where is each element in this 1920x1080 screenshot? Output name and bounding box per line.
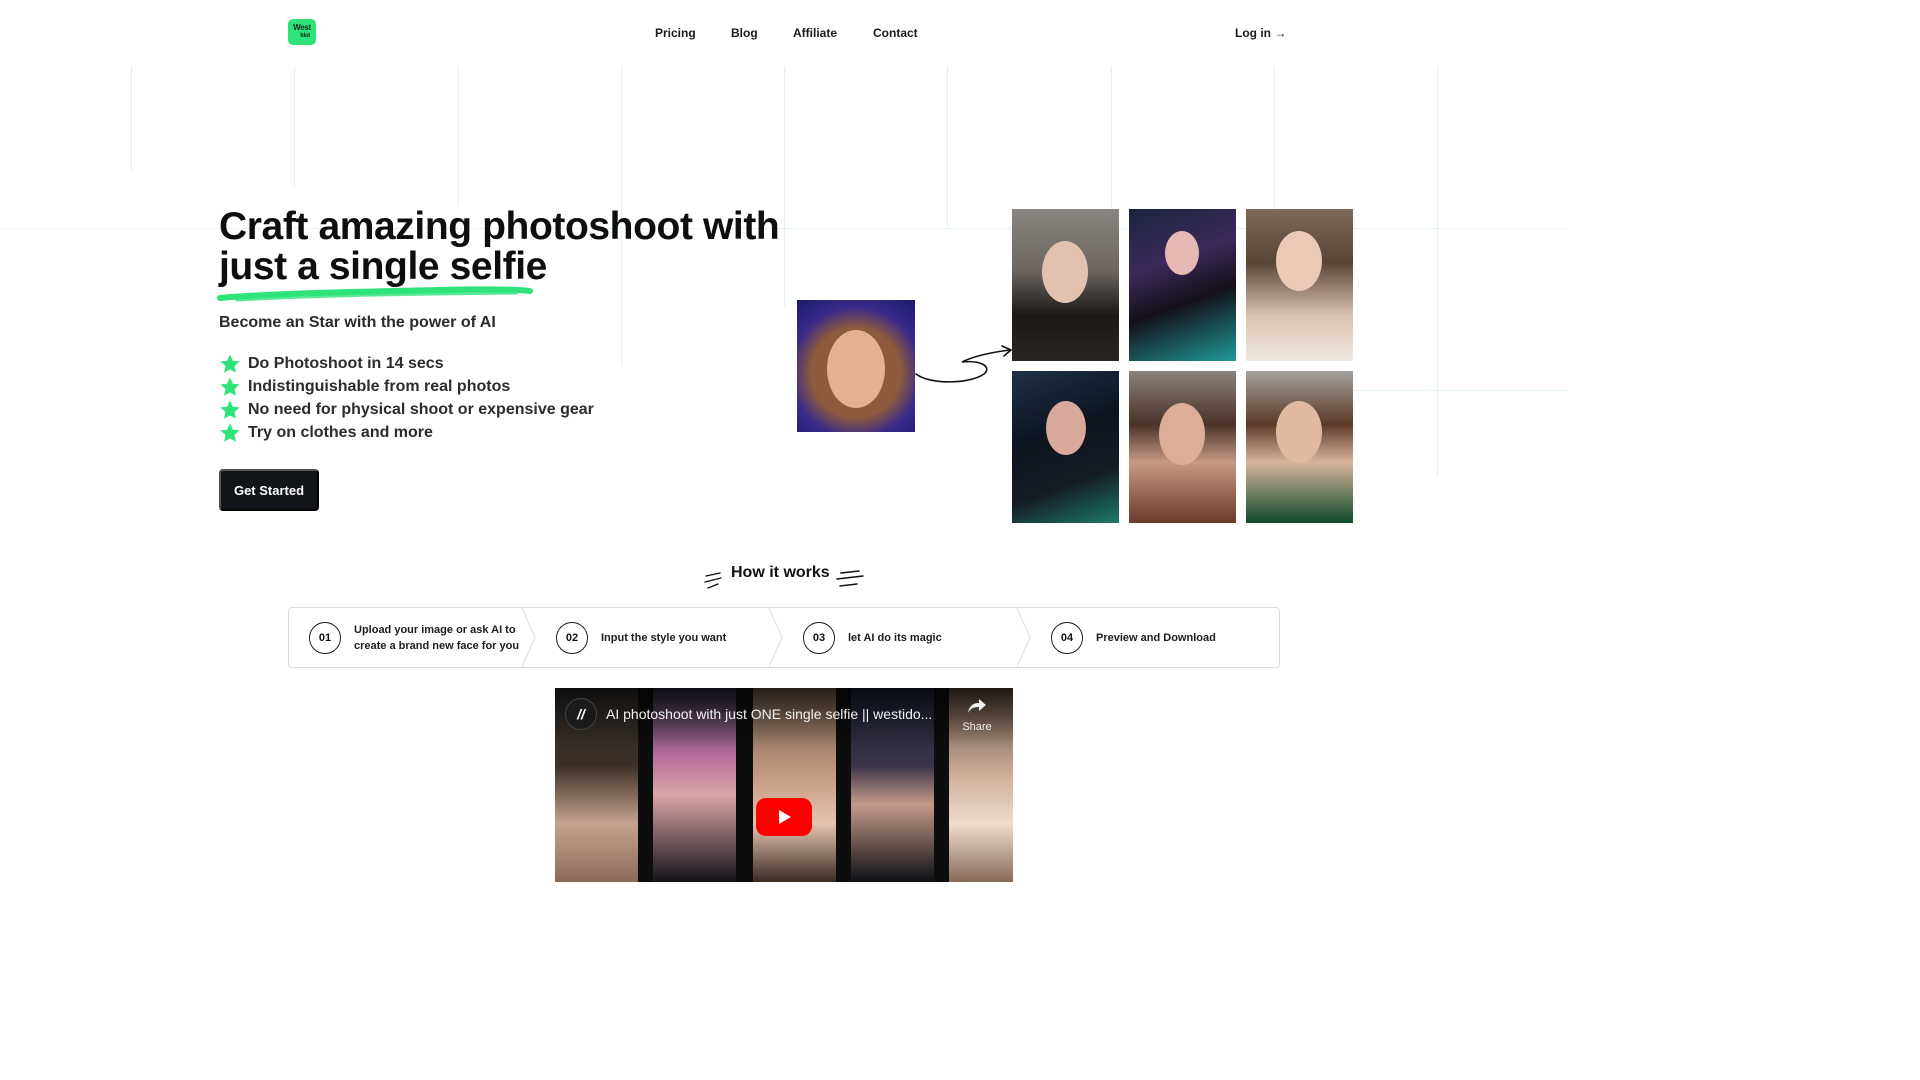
- step-divider-chevron: [1016, 608, 1031, 667]
- play-button[interactable]: [756, 798, 812, 836]
- channel-avatar-icon[interactable]: //: [565, 698, 597, 730]
- feature-item: No need for physical shoot or expensive …: [219, 398, 594, 421]
- hero-title: Craft amazing photoshoot with just a sin…: [219, 207, 819, 287]
- share-label: Share: [962, 721, 992, 733]
- decorative-strokes-icon: [704, 572, 722, 589]
- step-magic: 03 let AI do its magic: [803, 608, 942, 667]
- step-text: let AI do its magic: [848, 631, 942, 644]
- steps-bar: 01 Upload your image or ask AI to create…: [288, 607, 1280, 668]
- step-divider-chevron: [768, 608, 783, 667]
- green-star-icon: [220, 399, 240, 419]
- step-text: Upload your image or ask AI to create a …: [354, 623, 520, 652]
- result-photo: [1246, 209, 1353, 361]
- decorative-strokes-icon: [836, 570, 864, 587]
- step-text: Preview and Download: [1096, 631, 1216, 644]
- green-star-icon: [220, 422, 240, 442]
- feature-text: No need for physical shoot or expensive …: [248, 400, 594, 418]
- green-star-icon: [220, 353, 240, 373]
- nav-pricing[interactable]: Pricing: [655, 26, 696, 40]
- feature-item: Do Photoshoot in 14 secs: [219, 352, 594, 375]
- get-started-button[interactable]: Get Started: [219, 469, 319, 511]
- nav-contact[interactable]: Contact: [873, 26, 918, 40]
- green-underline-stroke: [217, 286, 533, 302]
- share-button[interactable]: Share: [957, 698, 997, 733]
- nav-blog[interactable]: Blog: [731, 26, 758, 40]
- logo-text-line2: Idol: [300, 33, 310, 39]
- step-download: 04 Preview and Download: [1051, 608, 1216, 667]
- hero-subtitle: Become an Star with the power of AI: [219, 314, 496, 331]
- play-icon: [779, 810, 791, 824]
- result-photo: [1129, 371, 1236, 523]
- result-photo: [1012, 209, 1119, 361]
- result-photo: [1129, 209, 1236, 361]
- feature-item: Try on clothes and more: [219, 421, 594, 444]
- feature-list: Do Photoshoot in 14 secs Indistinguishab…: [219, 352, 594, 444]
- feature-text: Try on clothes and more: [248, 423, 433, 441]
- step-upload: 01 Upload your image or ask AI to create…: [309, 608, 524, 667]
- step-number: 04: [1051, 621, 1083, 654]
- step-number: 01: [309, 621, 341, 654]
- logo[interactable]: West Idol: [288, 19, 316, 45]
- result-photo: [1246, 371, 1353, 523]
- video-title[interactable]: AI photoshoot with just ONE single selfi…: [606, 706, 951, 722]
- step-text: Input the style you want: [601, 631, 727, 644]
- input-selfie-photo: [797, 300, 915, 432]
- feature-text: Indistinguishable from real photos: [248, 377, 511, 395]
- nav-affiliate[interactable]: Affiliate: [793, 26, 837, 40]
- green-star-icon: [220, 376, 240, 396]
- step-number: 02: [556, 621, 588, 654]
- step-number: 03: [803, 621, 835, 654]
- step-style: 02 Input the style you want: [556, 608, 726, 667]
- youtube-video-embed[interactable]: // AI photoshoot with just ONE single se…: [555, 688, 1013, 882]
- share-arrow-icon: [968, 699, 986, 713]
- how-it-works-title: How it works: [731, 564, 830, 581]
- hero-title-line1: Craft amazing photoshoot with: [219, 205, 780, 248]
- hand-drawn-arrow-icon: [915, 345, 1013, 383]
- feature-text: Do Photoshoot in 14 secs: [248, 354, 444, 372]
- logo-text-line1: West: [293, 23, 311, 32]
- result-photo: [1012, 371, 1119, 523]
- feature-item: Indistinguishable from real photos: [219, 375, 594, 398]
- login-link[interactable]: Log in →: [1235, 26, 1286, 40]
- hero-title-line2: just a single selfie: [219, 245, 547, 288]
